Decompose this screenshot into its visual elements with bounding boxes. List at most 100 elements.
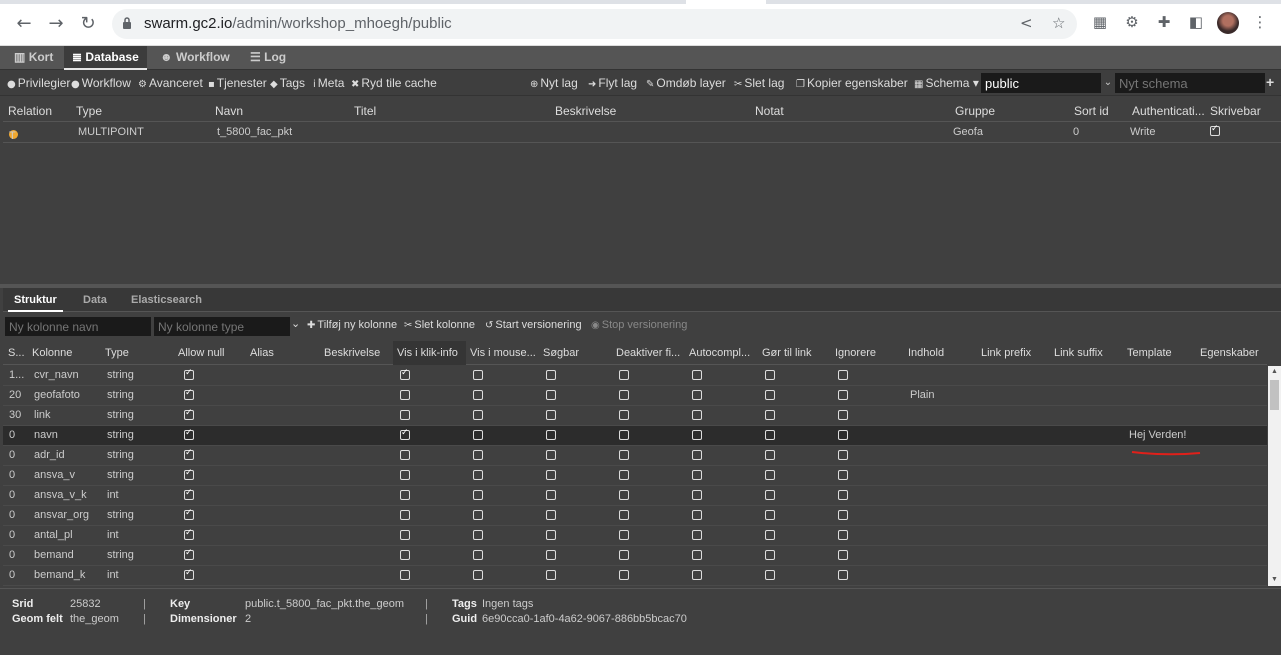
table-row[interactable]: 0 ansva_v_k int [3, 486, 1267, 506]
null-checkbox[interactable] [184, 448, 194, 460]
new-schema-input[interactable] [1115, 73, 1265, 93]
deakt-checkbox[interactable] [619, 570, 629, 580]
auto-checkbox[interactable] [692, 390, 702, 400]
mouse-checkbox[interactable] [473, 570, 483, 580]
col-header[interactable]: Beskrivelse [555, 104, 616, 118]
share-icon[interactable]: < [1020, 14, 1033, 32]
schema-chevron-down-icon[interactable]: ⌄ [1101, 73, 1115, 93]
deakt-checkbox[interactable] [619, 410, 629, 420]
col-header[interactable]: Beskrivelse [324, 347, 394, 359]
scroll-up-icon[interactable]: ▲ [1268, 366, 1281, 378]
gear-icon[interactable]: ⚙ [1123, 13, 1141, 31]
address-bar[interactable]: swarm.gc2.io/admin/workshop_mhoegh/publi… [112, 9, 1077, 39]
null-checkbox[interactable] [184, 568, 194, 580]
new-column-name-input[interactable] [5, 317, 151, 336]
col-header[interactable]: Gør til link [762, 347, 832, 359]
col-header[interactable]: Allow null [178, 347, 248, 359]
col-header[interactable]: Autocompl... [689, 347, 759, 359]
sog-checkbox[interactable] [546, 530, 556, 540]
new-column-type-input[interactable] [154, 317, 290, 336]
tab-log[interactable]: ☰ Log [242, 46, 294, 70]
sog-checkbox[interactable] [546, 390, 556, 400]
sog-checkbox[interactable] [546, 570, 556, 580]
col-header[interactable]: Søgbar [543, 347, 613, 359]
schema-dropdown[interactable]: ▦ Schema ▾ [914, 76, 979, 90]
table-row[interactable]: 0 bemand string [3, 546, 1267, 566]
null-checkbox[interactable] [184, 528, 194, 540]
link-checkbox[interactable] [765, 410, 775, 420]
sog-checkbox[interactable] [546, 510, 556, 520]
col-header[interactable]: Navn [215, 104, 243, 118]
services-button[interactable]: ▪ Tjenester [208, 76, 267, 90]
new-layer-button[interactable]: ⊕ Nyt lag [530, 76, 578, 90]
deakt-checkbox[interactable] [619, 370, 629, 380]
klik-checkbox[interactable] [400, 530, 410, 540]
chevron-down-icon[interactable]: ⌄ [291, 317, 300, 330]
link-checkbox[interactable] [765, 490, 775, 500]
table-row[interactable]: 20 geofafoto string Plain [3, 386, 1267, 406]
workflow-button[interactable]: ● Workflow [71, 76, 131, 90]
col-header-sorted[interactable]: Vis i klik-info [393, 341, 466, 365]
mouse-checkbox[interactable] [473, 410, 483, 420]
klik-checkbox[interactable] [400, 390, 410, 400]
table-row[interactable]: 0 adr_id string [3, 446, 1267, 466]
col-header[interactable]: Link prefix [981, 347, 1051, 359]
col-header[interactable]: Titel [354, 104, 376, 118]
col-header[interactable]: Type [76, 104, 102, 118]
klik-checkbox[interactable] [400, 368, 410, 380]
writable-checkbox[interactable] [1210, 124, 1220, 136]
col-header[interactable]: Sort id [1074, 104, 1109, 118]
schema-input[interactable] [981, 73, 1101, 93]
sog-checkbox[interactable] [546, 550, 556, 560]
mouse-checkbox[interactable] [473, 430, 483, 440]
auto-checkbox[interactable] [692, 530, 702, 540]
table-row[interactable]: 30 link string [3, 406, 1267, 426]
reload-icon[interactable]: ↻ [76, 12, 100, 36]
forward-icon[interactable]: → [44, 12, 68, 36]
tab-elasticsearch[interactable]: Elasticsearch [125, 292, 208, 312]
table-row[interactable]: 0 navn string Hej Verden! [3, 426, 1267, 446]
mouse-checkbox[interactable] [473, 530, 483, 540]
auto-checkbox[interactable] [692, 430, 702, 440]
col-header[interactable]: Type [105, 347, 175, 359]
link-checkbox[interactable] [765, 430, 775, 440]
deakt-checkbox[interactable] [619, 470, 629, 480]
col-header[interactable]: Egenskaber [1200, 347, 1267, 359]
null-checkbox[interactable] [184, 548, 194, 560]
sog-checkbox[interactable] [546, 490, 556, 500]
deakt-checkbox[interactable] [619, 450, 629, 460]
table-row[interactable]: 0 antal_pl int [3, 526, 1267, 546]
tab-workflow[interactable]: ☻ Workflow [152, 46, 238, 70]
add-schema-icon[interactable]: + [1266, 74, 1274, 90]
mouse-checkbox[interactable] [473, 450, 483, 460]
mouse-checkbox[interactable] [473, 490, 483, 500]
mouse-checkbox[interactable] [473, 510, 483, 520]
ign-checkbox[interactable] [838, 390, 848, 400]
back-icon[interactable]: ← [12, 12, 36, 36]
add-column-button[interactable]: ✚ Tilføj ny kolonne [307, 319, 397, 331]
advanced-button[interactable]: ⚙ Avanceret [138, 76, 203, 90]
null-checkbox[interactable] [184, 508, 194, 520]
null-checkbox[interactable] [184, 408, 194, 420]
scroll-down-icon[interactable]: ▼ [1268, 574, 1281, 586]
deakt-checkbox[interactable] [619, 490, 629, 500]
deakt-checkbox[interactable] [619, 430, 629, 440]
klik-checkbox[interactable] [400, 570, 410, 580]
col-header[interactable]: Vis i mouse... [470, 347, 540, 359]
null-checkbox[interactable] [184, 388, 194, 400]
klik-checkbox[interactable] [400, 490, 410, 500]
ign-checkbox[interactable] [838, 510, 848, 520]
mouse-checkbox[interactable] [473, 470, 483, 480]
link-checkbox[interactable] [765, 370, 775, 380]
link-checkbox[interactable] [765, 390, 775, 400]
null-checkbox[interactable] [184, 488, 194, 500]
avatar[interactable] [1217, 12, 1239, 34]
deakt-checkbox[interactable] [619, 510, 629, 520]
auto-checkbox[interactable] [692, 410, 702, 420]
ign-checkbox[interactable] [838, 430, 848, 440]
klik-checkbox[interactable] [400, 410, 410, 420]
table-row[interactable]: 1... cvr_navn string [3, 366, 1267, 386]
rename-layer-button[interactable]: ✎ Omdøb layer [646, 76, 726, 90]
mouse-checkbox[interactable] [473, 370, 483, 380]
extension-icon[interactable]: ▦ [1091, 13, 1109, 31]
